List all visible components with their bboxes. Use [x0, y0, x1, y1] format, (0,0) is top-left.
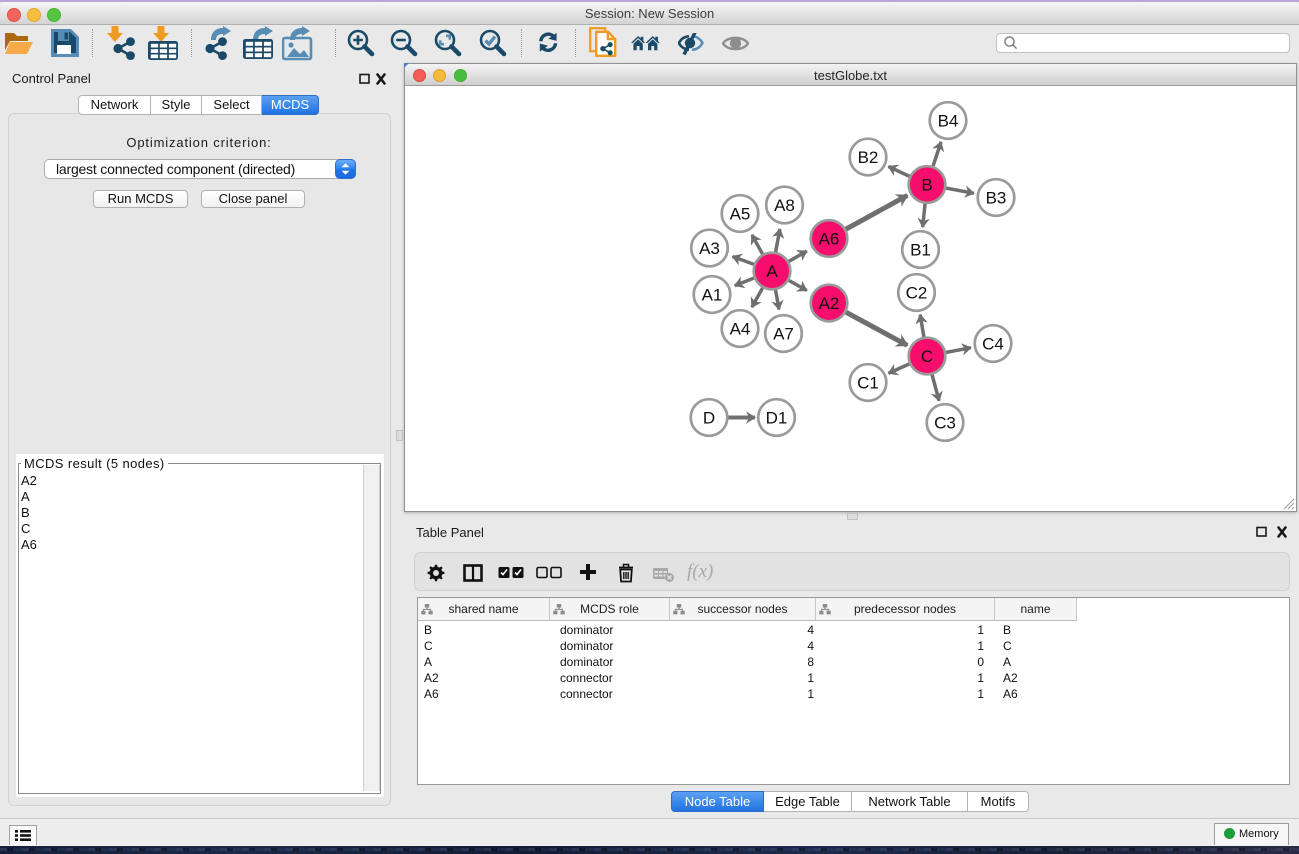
svg-text:A8: A8: [774, 196, 795, 215]
svg-text:C2: C2: [906, 284, 928, 303]
svg-text:C1: C1: [857, 374, 879, 393]
svg-text:B2: B2: [858, 148, 879, 167]
svg-text:A5: A5: [730, 205, 751, 224]
svg-text:C: C: [921, 347, 933, 366]
svg-text:A1: A1: [702, 286, 723, 305]
svg-text:A: A: [766, 262, 778, 281]
svg-text:C4: C4: [982, 335, 1004, 354]
svg-text:C3: C3: [934, 414, 956, 433]
svg-text:A2: A2: [819, 294, 840, 313]
svg-text:B4: B4: [938, 112, 959, 131]
svg-text:B: B: [921, 176, 932, 195]
svg-text:D: D: [703, 409, 715, 428]
svg-text:A4: A4: [730, 320, 751, 339]
svg-text:D1: D1: [766, 409, 788, 428]
svg-text:B3: B3: [986, 189, 1007, 208]
svg-text:A3: A3: [699, 239, 720, 258]
svg-text:A7: A7: [773, 325, 794, 344]
svg-text:B1: B1: [910, 241, 931, 260]
svg-text:A6: A6: [819, 230, 840, 249]
